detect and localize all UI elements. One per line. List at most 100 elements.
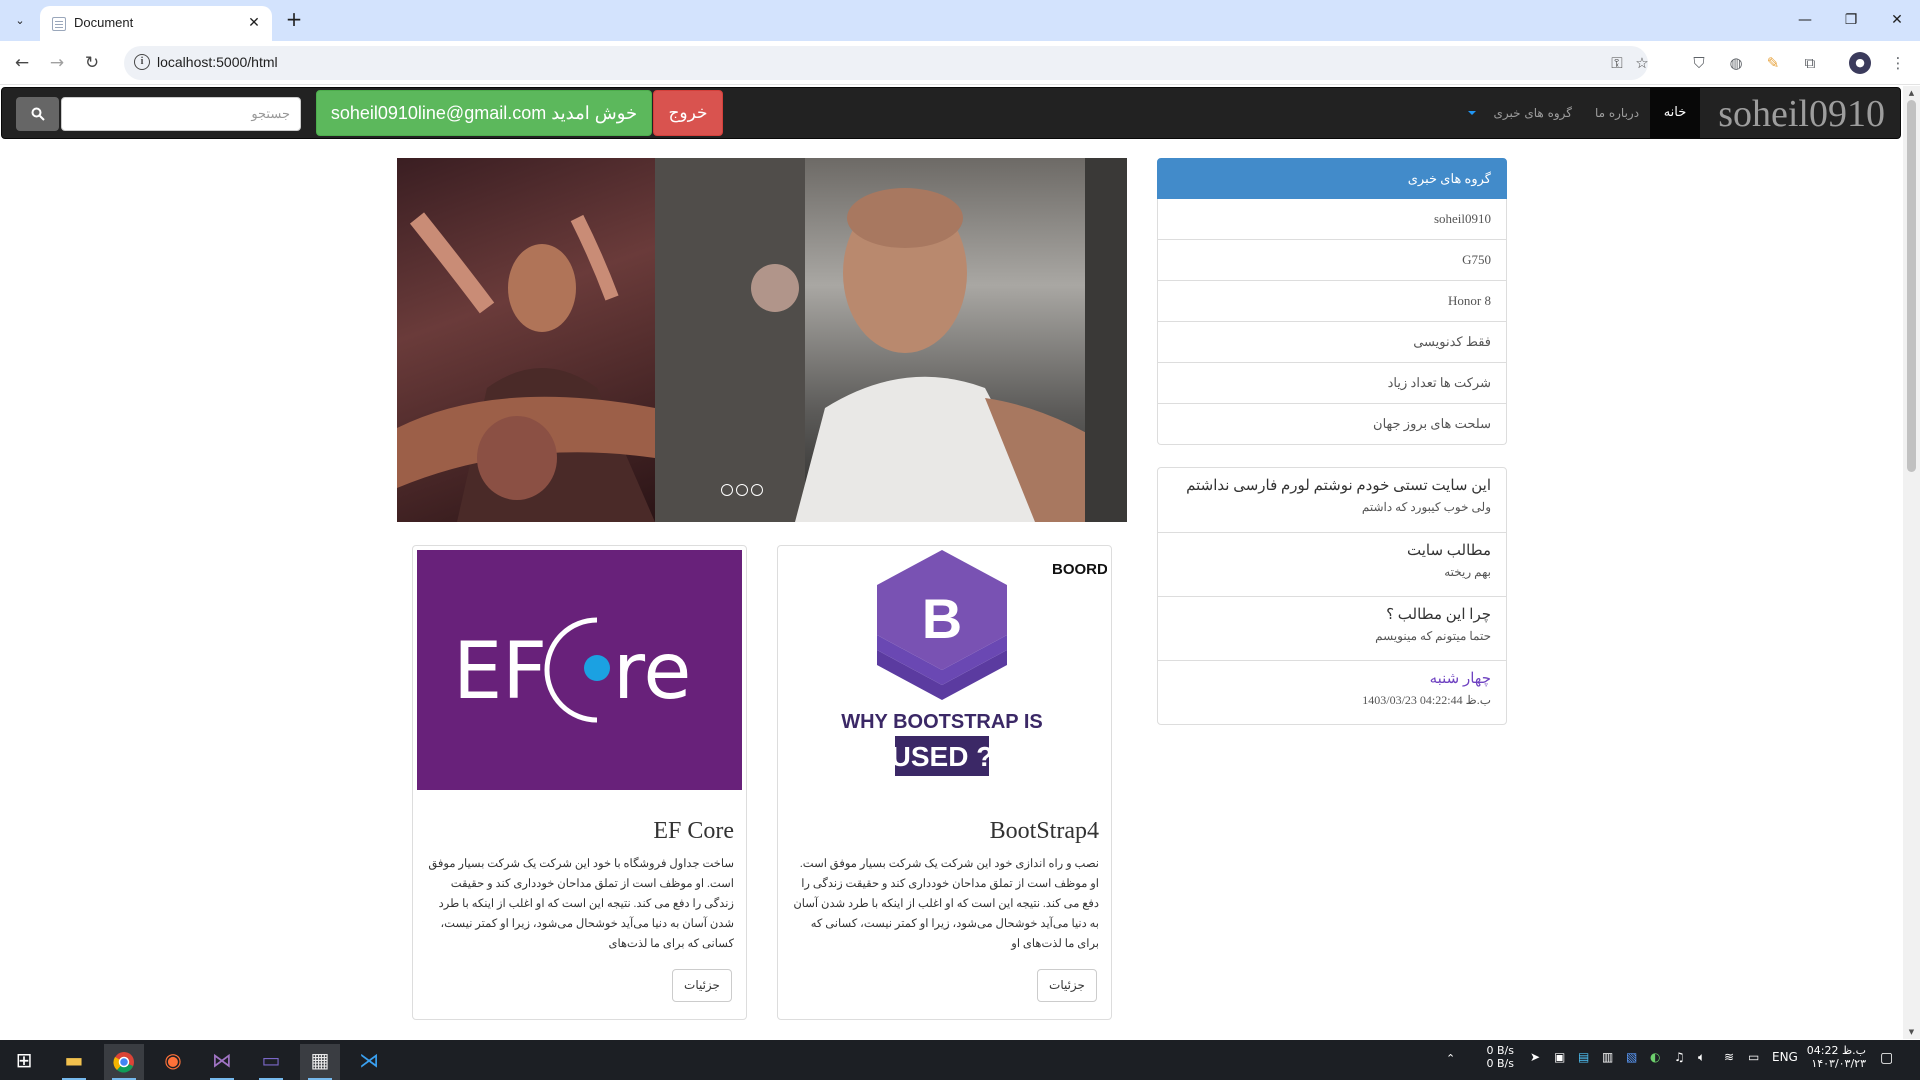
terminal-app-icon[interactable]: ▭ (251, 1044, 291, 1080)
datetime-label: 1403/03/23 04:22:44 ب.ظ (1362, 693, 1491, 707)
info-title: این سایت تستی خودم نوشتم لورم فارسی نداش… (1186, 478, 1491, 494)
weekday-label: چهار شنبه (1429, 671, 1491, 687)
notification-icon[interactable]: ▢ (1880, 1050, 1893, 1066)
card-text: نصب و راه اندازی خود این شرکت یک شرکت بس… (793, 858, 1099, 950)
svg-text:re: re (613, 627, 691, 717)
bootstrap-logo-icon: BOORD B WHY BOOTSTRAP IS USED ? (841, 550, 1107, 776)
chrome-logo-icon (113, 1051, 134, 1073)
browser-tab[interactable]: Document ✕ (40, 6, 272, 41)
board-brand-text: BOORD (1052, 561, 1107, 578)
tray-chevron-icon[interactable]: ⌃ (1446, 1052, 1455, 1065)
scroll-up-arrow-icon[interactable]: ▲ (1907, 89, 1916, 97)
chrome-icon[interactable] (104, 1044, 144, 1080)
search-button[interactable] (16, 97, 59, 131)
browser-menu-icon[interactable]: ⋮ (1887, 52, 1909, 74)
site-info-icon[interactable]: i (134, 54, 150, 70)
document-favicon-icon (52, 17, 66, 31)
article-card-efcore: EF re EF Core ساخت جداول فروشگاه با خود … (412, 545, 747, 1020)
address-bar[interactable]: i localhost:5000/html ⚿ ☆ (124, 46, 1649, 80)
info-subtitle: ولی خوب کیبورد که داشتم (1361, 500, 1491, 514)
info-title: چرا این مطالب ؟ (1386, 607, 1491, 623)
clock[interactable]: 04:22 ب.ظ ۱۴۰۳/۰۳/۲۳ (1806, 1044, 1866, 1070)
search-input[interactable]: جستجو (61, 97, 301, 131)
tray-app-icon[interactable]: ▧ (1626, 1050, 1637, 1064)
tab-close-icon[interactable]: ✕ (244, 13, 264, 33)
efcore-image: EF re (417, 550, 742, 790)
driver-portrait-illustration (655, 158, 1127, 522)
list-item[interactable]: سلحت های بروز جهان (1157, 404, 1507, 445)
restore-button[interactable]: ❐ (1831, 8, 1871, 32)
used-text: USED ? (891, 741, 994, 772)
windows-start-icon[interactable]: ⊞ (4, 1044, 44, 1080)
vscode-icon[interactable]: ⋊ (349, 1044, 389, 1080)
news-groups-header[interactable]: گروه های خبری (1157, 158, 1507, 199)
details-button[interactable]: جزئیات (1037, 969, 1097, 1002)
image-carousel[interactable] (397, 158, 1127, 522)
extensions-puzzle-icon[interactable]: ⧉ (1799, 52, 1821, 74)
tray-app-icon[interactable]: ▤ (1578, 1050, 1589, 1064)
details-button[interactable]: جزئیات (672, 969, 732, 1002)
browser-toolbar: ← → ↻ i localhost:5000/html ⚿ ☆ ⛉ ◍ ✎ ⧉ … (0, 41, 1920, 85)
logout-button[interactable]: خروج (653, 90, 723, 136)
list-item[interactable]: فقط کدنویسی (1157, 322, 1507, 363)
telegram-icon[interactable]: ➤ (1530, 1050, 1540, 1064)
extension-pen-icon[interactable]: ✎ (1762, 52, 1784, 74)
extension-shield-icon[interactable]: ⛉ (1688, 52, 1710, 74)
news-groups-list: گروه های خبری soheil0910 G750 Honor 8 فق… (1157, 158, 1507, 445)
nav-about[interactable]: درباره ما (1586, 88, 1648, 138)
tab-search-chevron-icon[interactable]: ⌄ (8, 8, 32, 32)
minimize-button[interactable]: — (1785, 8, 1825, 32)
new-tab-button[interactable]: + (282, 8, 306, 32)
info-item: این سایت تستی خودم نوشتم لورم فارسی نداش… (1158, 468, 1506, 532)
info-item: چرا این مطالب ؟ حتما میتونم که مینویسم (1158, 596, 1506, 660)
net-download-speed: 0 B/s (1486, 1057, 1514, 1070)
extension-globe-icon[interactable]: ◍ (1725, 52, 1747, 74)
site-brand[interactable]: soheil0910 (1711, 89, 1892, 139)
firefox-icon[interactable]: ◉ (153, 1044, 193, 1080)
info-subtitle: بهم ریخته (1444, 565, 1491, 579)
reload-icon[interactable]: ↻ (79, 50, 105, 76)
tray-app-icon[interactable]: ▣ (1554, 1050, 1565, 1064)
bookmark-star-icon[interactable]: ☆ (1631, 52, 1653, 74)
carousel-slide-driver-photo (655, 158, 1127, 522)
url-text[interactable]: localhost:5000/html (157, 54, 278, 70)
wifi-icon[interactable]: ≋ (1724, 1050, 1734, 1064)
list-item[interactable]: soheil0910 (1157, 199, 1507, 240)
card-title: BootStrap4 (989, 818, 1099, 844)
tab-title: Document (74, 15, 134, 30)
carousel-slide-concert-photo (397, 158, 655, 522)
active-app-icon[interactable]: ▦ (300, 1044, 340, 1080)
scrollbar-thumb[interactable] (1907, 100, 1916, 472)
list-item[interactable]: شرکت ها تعداد زیاد (1157, 363, 1507, 404)
carousel-indicator-2[interactable] (736, 484, 748, 496)
tray-app-icon[interactable]: ▥ (1602, 1050, 1613, 1064)
password-key-icon[interactable]: ⚿ (1606, 52, 1628, 74)
info-list: این سایت تستی خودم نوشتم لورم فارسی نداش… (1157, 467, 1507, 725)
visual-studio-icon[interactable]: ⋈ (202, 1044, 242, 1080)
welcome-user-button[interactable]: soheil0910line@gmail.com خوش امدید (316, 90, 652, 136)
carousel-indicator-1[interactable] (721, 484, 733, 496)
tray-app-icon[interactable]: ◐ (1650, 1050, 1660, 1064)
scroll-down-arrow-icon[interactable]: ▼ (1907, 1028, 1916, 1036)
window-close-button[interactable]: ✕ (1877, 8, 1917, 32)
page-viewport: soheil0910 خانه درباره ما گروه های خبری … (0, 86, 1903, 1039)
nav-news-groups-dropdown[interactable]: گروه های خبری (1466, 88, 1580, 138)
carousel-indicator-3[interactable] (751, 484, 763, 496)
svg-text:EF: EF (453, 627, 547, 717)
keyboard-language[interactable]: ENG (1772, 1050, 1798, 1064)
info-item: مطالب سایت بهم ریخته (1158, 532, 1506, 596)
list-item[interactable]: G750 (1157, 240, 1507, 281)
browser-tabstrip: ⌄ Document ✕ + — ❐ ✕ (0, 0, 1920, 41)
music-note-icon[interactable]: ♫ (1674, 1050, 1685, 1064)
battery-icon[interactable]: ▭ (1748, 1050, 1759, 1064)
forward-arrow-icon[interactable]: → (44, 50, 70, 76)
volume-icon[interactable]: 🔈︎ (1698, 1050, 1705, 1065)
profile-avatar[interactable]: ● (1849, 52, 1871, 74)
page-scrollbar[interactable]: ▲ ▼ (1903, 86, 1920, 1039)
nav-home[interactable]: خانه (1650, 88, 1700, 138)
file-explorer-icon[interactable]: ▬ (54, 1044, 94, 1080)
bootstrap-image: BOORD B WHY BOOTSTRAP IS USED ? (782, 550, 1107, 790)
back-arrow-icon[interactable]: ← (9, 50, 35, 76)
article-card-bootstrap: BOORD B WHY BOOTSTRAP IS USED ? BootStra… (777, 545, 1112, 1020)
list-item[interactable]: Honor 8 (1157, 281, 1507, 322)
